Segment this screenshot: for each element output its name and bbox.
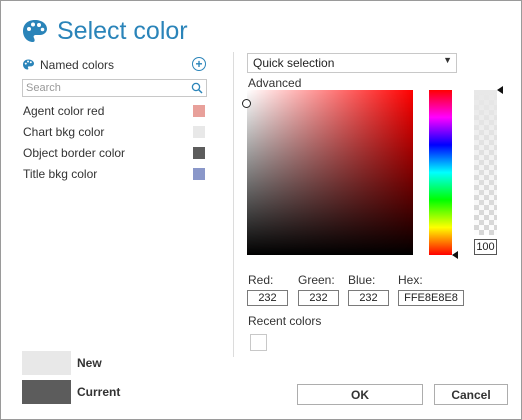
palette-icon (23, 59, 34, 70)
search-input[interactable] (23, 80, 186, 96)
new-color-label: New (77, 356, 102, 370)
named-color-item[interactable]: Agent color red (22, 102, 208, 123)
color-swatch (193, 147, 205, 159)
palette-icon (23, 20, 47, 42)
green-field[interactable] (298, 290, 339, 306)
red-label: Red: (248, 273, 274, 287)
current-color-preview (22, 380, 71, 404)
current-color-label: Current (77, 385, 121, 399)
selection-mode-dropdown[interactable]: Quick selection ▼ (247, 53, 457, 73)
saturation-value-picker[interactable] (242, 90, 413, 255)
named-color-label: Title bkg color (23, 167, 98, 181)
color-swatch (193, 168, 205, 180)
advanced-label: Advanced (248, 76, 302, 90)
color-swatch (193, 105, 205, 117)
green-label: Green: (298, 273, 335, 287)
chevron-down-icon: ▼ (443, 55, 452, 65)
hex-field[interactable] (398, 290, 464, 306)
new-color-preview (22, 351, 71, 375)
recent-color-slot[interactable] (250, 334, 267, 351)
color-swatch (193, 126, 205, 138)
named-colors-list: Agent color red Chart bkg color Object b… (22, 102, 208, 186)
panel-divider (233, 52, 234, 357)
named-colors-header: Named colors + (22, 57, 208, 73)
add-named-color-button[interactable]: + (192, 57, 206, 71)
named-color-item[interactable]: Object border color (22, 144, 208, 165)
named-colors-label: Named colors (40, 58, 115, 72)
alpha-slider[interactable] (474, 90, 497, 235)
hue-slider[interactable] (429, 90, 452, 255)
named-color-label: Agent color red (23, 104, 105, 118)
hue-slider-handle[interactable] (452, 251, 458, 259)
blue-label: Blue: (348, 273, 376, 287)
red-field[interactable] (247, 290, 288, 306)
cancel-button[interactable]: Cancel (434, 384, 508, 405)
named-color-label: Object border color (23, 146, 126, 160)
recent-colors-label: Recent colors (248, 314, 322, 328)
alpha-field[interactable] (474, 239, 497, 255)
search-box (22, 79, 207, 97)
selection-mode-value: Quick selection (253, 56, 335, 70)
dialog-title: Select color (57, 17, 188, 45)
ok-button[interactable]: OK (297, 384, 423, 405)
select-color-dialog: Select color Named colors + Agent color … (0, 0, 522, 420)
named-color-label: Chart bkg color (23, 125, 105, 139)
alpha-slider-handle[interactable] (497, 86, 503, 94)
named-color-item[interactable]: Title bkg color (22, 165, 208, 186)
search-icon[interactable] (191, 82, 203, 94)
hex-label: Hex: (398, 273, 423, 287)
picker-cursor[interactable] (242, 99, 251, 108)
named-color-item[interactable]: Chart bkg color (22, 123, 208, 144)
blue-field[interactable] (348, 290, 389, 306)
